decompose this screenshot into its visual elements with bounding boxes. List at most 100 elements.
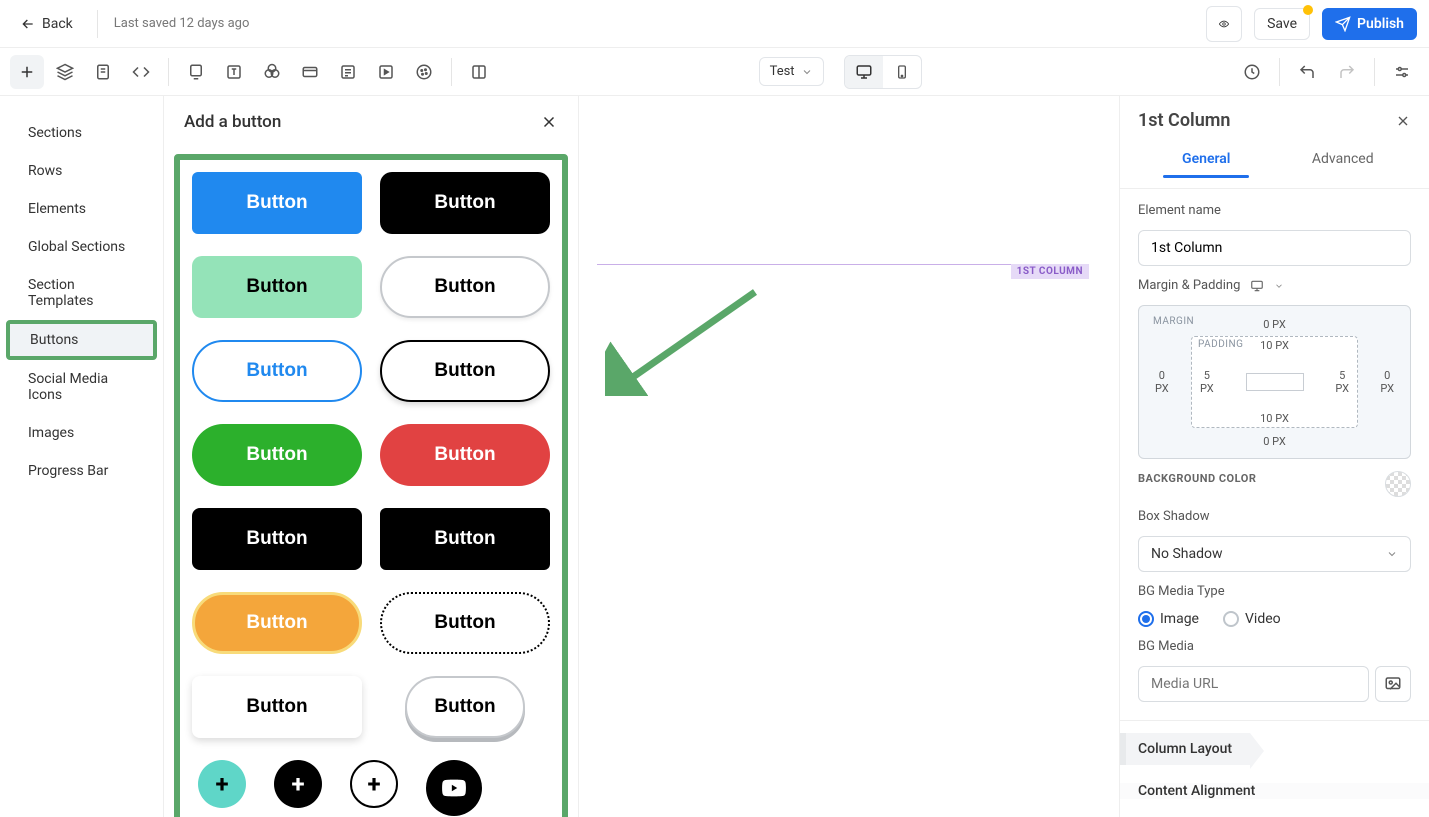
button-preset-black-rounded[interactable]: Button (380, 172, 550, 234)
margin-bottom-input[interactable]: 0 PX (1263, 435, 1286, 448)
sidenav-item-rows[interactable]: Rows (0, 152, 163, 190)
button-preset-red-pill[interactable]: Button (380, 424, 550, 486)
back-button[interactable]: Back (12, 10, 81, 38)
close-panel-button[interactable] (540, 113, 558, 131)
button-preset-green-pill[interactable]: Button (192, 424, 362, 486)
chevron-down-icon (801, 66, 813, 78)
columns-tool[interactable] (462, 55, 496, 89)
bg-media-label: BG Media (1138, 639, 1411, 654)
divider (451, 58, 452, 86)
pages-tool[interactable] (86, 55, 120, 89)
button-preset-dotted-outline[interactable]: Button (380, 592, 550, 654)
undo-icon (1298, 63, 1316, 81)
padding-left-input[interactable]: 5PX (1200, 369, 1214, 395)
editor-canvas[interactable]: 1ST COLUMN (579, 96, 1119, 817)
sidenav-item-section-templates[interactable]: Section Templates (0, 266, 163, 320)
bg-color-swatch[interactable] (1385, 471, 1411, 497)
settings-toggle[interactable] (1385, 55, 1419, 89)
button-preset-round-youtube[interactable] (426, 760, 482, 816)
sidenav-item-social-media-icons[interactable]: Social Media Icons (0, 360, 163, 414)
sidenav-item-elements[interactable]: Elements (0, 190, 163, 228)
tab-general[interactable]: General (1138, 141, 1275, 188)
button-preset-round-outline[interactable]: + (350, 760, 398, 808)
bg-media-type-video[interactable]: Video (1223, 611, 1281, 627)
plus-icon (18, 63, 36, 81)
padding-label: PADDING (1198, 339, 1243, 350)
accordion-content-alignment[interactable]: Content Alignment (1120, 783, 1429, 799)
eye-icon (1219, 15, 1229, 33)
add-element-tool[interactable] (10, 55, 44, 89)
desktop-icon (855, 63, 873, 81)
button-preset-black-outline[interactable]: Button (380, 340, 550, 402)
margin-left-input[interactable]: 0PX (1155, 369, 1169, 395)
device-mobile[interactable] (883, 56, 921, 88)
accordion-column-layout[interactable]: Column Layout (1120, 733, 1250, 765)
button-preset-black-solid-2[interactable]: Button (380, 508, 550, 570)
sidenav-item-sections[interactable]: Sections (0, 114, 163, 152)
divider (1374, 58, 1375, 86)
redo-button[interactable] (1330, 55, 1364, 89)
padding-bottom-input[interactable]: 10 PX (1260, 412, 1289, 425)
button-preset-blue-solid[interactable]: Button (192, 172, 362, 234)
responsive-icon[interactable] (1248, 279, 1266, 293)
breakpoint-select[interactable]: Test (759, 57, 824, 86)
cookie-tool[interactable] (407, 55, 441, 89)
close-inspector-button[interactable] (1395, 113, 1411, 129)
margin-top-input[interactable]: 0 PX (1263, 318, 1286, 331)
clock-icon (1243, 63, 1261, 81)
image-icon (1384, 675, 1402, 693)
radio-label-video: Video (1245, 611, 1281, 627)
device-desktop[interactable] (845, 56, 883, 88)
layers-tool[interactable] (48, 55, 82, 89)
button-preset-mint-solid[interactable]: Button (192, 256, 362, 318)
redo-icon (1338, 63, 1356, 81)
bg-media-type-label: BG Media Type (1138, 584, 1411, 599)
box-shadow-select[interactable]: No Shadow (1138, 536, 1411, 572)
undo-button[interactable] (1290, 55, 1324, 89)
last-saved-text: Last saved 12 days ago (114, 16, 250, 31)
sidenav-item-images[interactable]: Images (0, 414, 163, 452)
code-tool[interactable] (124, 55, 158, 89)
tab-advanced[interactable]: Advanced (1275, 141, 1412, 188)
divider (168, 58, 169, 86)
breakpoint-label: Test (770, 64, 795, 79)
back-label: Back (42, 16, 73, 32)
button-preset-white-3d[interactable]: Button (405, 676, 525, 738)
radio-label-image: Image (1160, 611, 1199, 627)
button-preset-round-black[interactable]: + (274, 760, 322, 808)
padding-right-input[interactable]: 5PX (1335, 369, 1349, 395)
card-tool[interactable] (293, 55, 327, 89)
element-name-input[interactable] (1138, 230, 1411, 266)
button-preset-orange-pill[interactable]: Button (192, 592, 362, 654)
button-preset-round-teal[interactable]: + (198, 760, 246, 808)
bg-media-type-image[interactable]: Image (1138, 611, 1199, 627)
color-tool[interactable] (255, 55, 289, 89)
chevron-down-icon (1386, 548, 1398, 560)
sidenav-item-progress-bar[interactable]: Progress Bar (0, 452, 163, 490)
button-preset-black-solid-1[interactable]: Button (192, 508, 362, 570)
form-tool[interactable] (331, 55, 365, 89)
youtube-icon (441, 775, 467, 801)
button-preset-grey-pill[interactable]: Button (380, 256, 550, 318)
padding-top-input[interactable]: 10 PX (1260, 339, 1289, 352)
element-name-label: Element name (1138, 203, 1411, 218)
sidenav-item-buttons[interactable]: Buttons (6, 320, 157, 360)
bg-media-picker-button[interactable] (1375, 666, 1411, 702)
bg-media-url-input[interactable] (1138, 666, 1369, 702)
media-tool[interactable] (369, 55, 403, 89)
chevron-down-icon[interactable] (1274, 281, 1284, 291)
add-element-sidenav: Sections Rows Elements Global Sections S… (0, 96, 163, 817)
button-preset-white-shadow[interactable]: Button (192, 676, 362, 738)
save-button[interactable]: Save (1254, 8, 1310, 40)
publish-button[interactable]: Publish (1322, 8, 1417, 40)
popup-icon (187, 63, 205, 81)
text-tool[interactable] (217, 55, 251, 89)
history-button[interactable] (1235, 55, 1269, 89)
card-icon (301, 63, 319, 81)
button-preset-blue-outline[interactable]: Button (192, 340, 362, 402)
sidenav-item-global-sections[interactable]: Global Sections (0, 228, 163, 266)
send-icon (1335, 16, 1351, 32)
popup-tool[interactable] (179, 55, 213, 89)
margin-right-input[interactable]: 0PX (1380, 369, 1394, 395)
preview-button[interactable] (1206, 6, 1242, 42)
